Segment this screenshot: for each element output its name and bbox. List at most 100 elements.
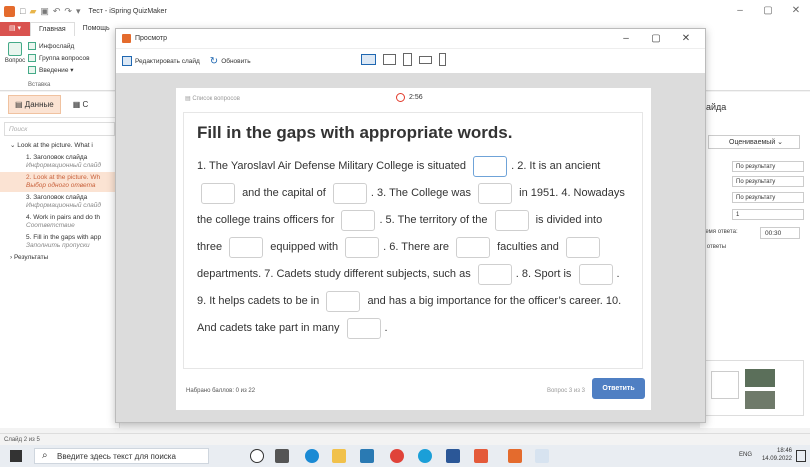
- question-label: Вопрос: [4, 58, 26, 64]
- status-bar: Слайд 2 из 5: [0, 433, 810, 445]
- language-indicator[interactable]: ENG: [739, 452, 752, 458]
- question-button[interactable]: Вопрос: [3, 42, 27, 64]
- question-text: 1. The Yaroslavl Air Defense Military Co…: [197, 153, 629, 342]
- gap-input[interactable]: [477, 263, 512, 285]
- gap-input[interactable]: [326, 290, 361, 312]
- tree-item[interactable]: 3. Заголовок слайда Информационный слайд: [0, 192, 119, 212]
- question-icon: [8, 42, 22, 56]
- gap-input[interactable]: [341, 209, 376, 231]
- task-view-icon[interactable]: [275, 449, 289, 463]
- cortana-icon[interactable]: [250, 449, 264, 463]
- undo-icon[interactable]: ↶: [53, 6, 61, 17]
- refresh-button[interactable]: ↻ Обновить: [210, 56, 251, 67]
- preview-close-icon[interactable]: ✕: [671, 29, 701, 49]
- pinned-app-icon[interactable]: [535, 449, 549, 463]
- open-folder-icon[interactable]: ▰: [29, 6, 36, 17]
- intro-button[interactable]: Введение ▾: [28, 64, 90, 76]
- tab-home[interactable]: Главная: [30, 21, 75, 37]
- tab-help[interactable]: Помощь: [75, 22, 118, 36]
- submit-button[interactable]: Ответить: [592, 378, 645, 399]
- grid-icon: ▦: [72, 100, 83, 109]
- notifications-icon[interactable]: [796, 450, 806, 462]
- window-controls: – ▢ ✕: [726, 0, 810, 22]
- gap-input[interactable]: [473, 155, 508, 177]
- tree-item[interactable]: 4. Work in pairs and do th Соответствие: [0, 212, 119, 232]
- time-limit-input[interactable]: 00:30: [760, 227, 800, 239]
- explorer-icon[interactable]: [332, 449, 346, 463]
- info-slide-button[interactable]: Инфослайд: [28, 40, 90, 52]
- customize-icon[interactable]: ▾: [76, 6, 81, 17]
- gap-input[interactable]: [332, 182, 367, 204]
- tree-item[interactable]: 5. Fill in the gaps with app Заполнить пр…: [0, 232, 119, 252]
- gap-input[interactable]: [565, 236, 600, 258]
- gap-input[interactable]: [494, 209, 529, 231]
- tablet-landscape-icon[interactable]: [383, 54, 396, 65]
- preview-maximize-icon[interactable]: ▢: [641, 29, 671, 49]
- word-icon[interactable]: [446, 449, 460, 463]
- gap-input[interactable]: [345, 236, 380, 258]
- quick-access-toolbar: □ ▰ ▣ ↶ ↷ ▾: [20, 6, 81, 17]
- phone-portrait-icon[interactable]: [439, 53, 446, 66]
- attempts-select[interactable]: 1: [732, 209, 804, 220]
- text-segment: and the capital of: [242, 187, 326, 199]
- minimize-icon[interactable]: –: [726, 0, 754, 22]
- gap-input[interactable]: [201, 182, 235, 204]
- tree-item-title: Look at the picture. What i: [17, 142, 93, 149]
- score-select[interactable]: По результату: [732, 192, 804, 203]
- title-bar: □ ▰ ▣ ↶ ↷ ▾ Тест - iSpring QuizMaker – ▢…: [0, 0, 810, 22]
- phone-landscape-icon[interactable]: [419, 55, 432, 64]
- desktop-view-icon[interactable]: [361, 54, 376, 65]
- gap-input[interactable]: [346, 317, 381, 339]
- redo-icon[interactable]: ↷: [64, 6, 72, 17]
- opera-icon[interactable]: [390, 449, 404, 463]
- tree-group-item[interactable]: ⌄ Look at the picture. What i: [0, 140, 119, 152]
- slide-counter: Слайд 2 из 5: [4, 437, 40, 443]
- clock[interactable]: 18:46 14.09.2022: [762, 447, 792, 463]
- quizmaker-taskbar-icon[interactable]: [508, 449, 522, 463]
- gap-input[interactable]: [478, 182, 513, 204]
- text-segment: faculties and: [497, 241, 559, 253]
- tree-item[interactable]: 1. Заголовок слайда Информационный слайд: [0, 152, 119, 172]
- tab-data[interactable]: ▤ Данные: [8, 95, 61, 114]
- edge-icon[interactable]: [305, 449, 319, 463]
- tree-item-type: Информационный слайд: [26, 162, 102, 169]
- question-list-button[interactable]: ▤ Список вопросов: [185, 95, 240, 102]
- maximize-icon[interactable]: ▢: [754, 0, 782, 22]
- feedback-select[interactable]: По результату: [732, 161, 804, 172]
- data-icon: ▤: [15, 100, 25, 109]
- gap-input[interactable]: [229, 236, 264, 258]
- skype-icon[interactable]: [418, 449, 432, 463]
- gap-input[interactable]: [456, 236, 491, 258]
- app-title: Тест - iSpring QuizMaker: [88, 7, 167, 15]
- edit-slide-label: Редактировать слайд: [135, 57, 200, 65]
- tree-item-title: 3. Заголовок слайда: [26, 194, 88, 201]
- yandex-icon[interactable]: [474, 449, 488, 463]
- file-menu-button[interactable]: ▤ ▾: [0, 22, 30, 36]
- slide-thumbnail[interactable]: [704, 360, 804, 416]
- grading-dropdown[interactable]: Оцениваемый ⌄: [708, 135, 800, 149]
- close-icon[interactable]: ✕: [782, 0, 810, 22]
- new-file-icon[interactable]: □: [20, 6, 25, 16]
- windows-start-icon[interactable]: [10, 450, 22, 462]
- preview-minimize-icon[interactable]: –: [611, 29, 641, 49]
- refresh-icon: ↻: [209, 55, 219, 67]
- branching-select[interactable]: По результату: [732, 176, 804, 187]
- question-group-button[interactable]: Группа вопросов: [28, 52, 90, 64]
- preview-window: Просмотр – ▢ ✕ Редактировать слайд ↻ Обн…: [115, 28, 706, 423]
- text-segment: .: [384, 322, 388, 334]
- tree-item-type: Соответствие: [26, 222, 75, 229]
- thumbnail-text-image: [711, 371, 739, 399]
- slide-footer: Набрано баллов: 0 из 22 Вопрос 3 из 3 От…: [176, 372, 651, 410]
- tree-results-item[interactable]: › Результаты: [0, 252, 119, 264]
- taskbar-search-input[interactable]: Введите здесь текст для поиска: [34, 448, 209, 464]
- store-icon[interactable]: [360, 449, 374, 463]
- tablet-portrait-icon[interactable]: [403, 53, 412, 66]
- search-input[interactable]: Поиск: [4, 122, 115, 136]
- gap-input[interactable]: [578, 263, 613, 285]
- save-icon[interactable]: ▣: [40, 6, 49, 17]
- tab-second[interactable]: ▦ С: [67, 96, 95, 113]
- timer: 2:56: [396, 93, 423, 102]
- tree-item[interactable]: 2. Look at the picture. Wh Выбор одного о…: [0, 172, 119, 192]
- edit-slide-button[interactable]: Редактировать слайд: [122, 56, 200, 66]
- left-panel: ▤ Данные ▦ С Поиск ⌄ Look at the picture…: [0, 92, 120, 428]
